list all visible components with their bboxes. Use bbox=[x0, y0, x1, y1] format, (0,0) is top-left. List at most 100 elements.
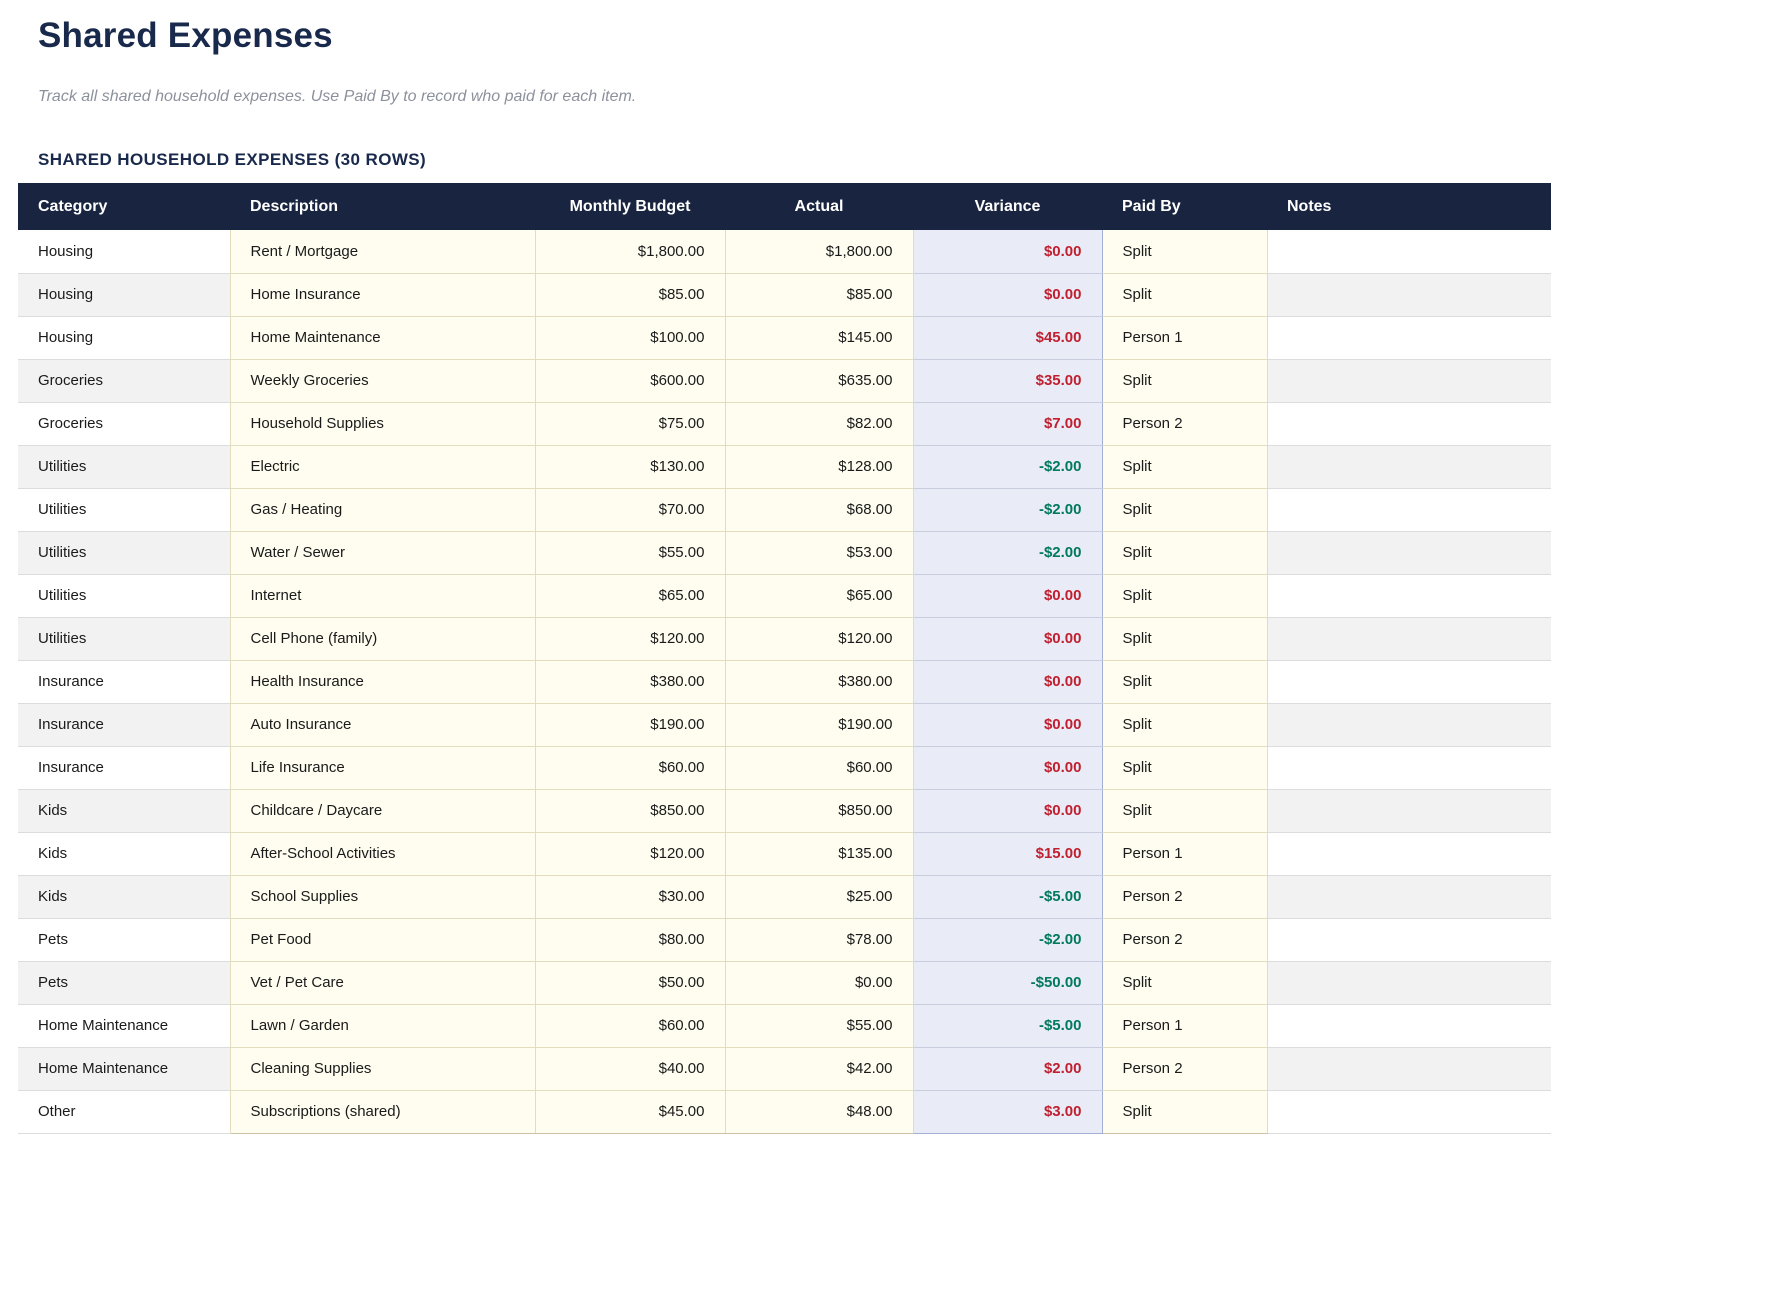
monthly-budget-cell[interactable]: $30.00 bbox=[535, 875, 725, 918]
paid-by-cell[interactable]: Person 1 bbox=[1102, 832, 1267, 875]
category-cell[interactable]: Groceries bbox=[18, 402, 230, 445]
notes-cell[interactable] bbox=[1267, 402, 1551, 445]
category-cell[interactable]: Insurance bbox=[18, 746, 230, 789]
description-cell[interactable]: Lawn / Garden bbox=[230, 1004, 535, 1047]
monthly-budget-cell[interactable]: $55.00 bbox=[535, 531, 725, 574]
description-cell[interactable]: Subscriptions (shared) bbox=[230, 1090, 535, 1133]
description-cell[interactable]: Home Maintenance bbox=[230, 316, 535, 359]
variance-cell[interactable]: -$2.00 bbox=[913, 445, 1102, 488]
paid-by-cell[interactable]: Split bbox=[1102, 273, 1267, 316]
actual-cell[interactable]: $145.00 bbox=[725, 316, 913, 359]
monthly-budget-cell[interactable]: $85.00 bbox=[535, 273, 725, 316]
category-cell[interactable]: Home Maintenance bbox=[18, 1047, 230, 1090]
monthly-budget-cell[interactable]: $50.00 bbox=[535, 961, 725, 1004]
paid-by-cell[interactable]: Person 2 bbox=[1102, 918, 1267, 961]
paid-by-cell[interactable]: Split bbox=[1102, 230, 1267, 273]
paid-by-cell[interactable]: Person 2 bbox=[1102, 1047, 1267, 1090]
notes-cell[interactable] bbox=[1267, 703, 1551, 746]
monthly-budget-cell[interactable]: $80.00 bbox=[535, 918, 725, 961]
paid-by-cell[interactable]: Split bbox=[1102, 488, 1267, 531]
category-cell[interactable]: Kids bbox=[18, 875, 230, 918]
monthly-budget-cell[interactable]: $120.00 bbox=[535, 832, 725, 875]
description-cell[interactable]: Internet bbox=[230, 574, 535, 617]
description-cell[interactable]: Gas / Heating bbox=[230, 488, 535, 531]
paid-by-cell[interactable]: Person 1 bbox=[1102, 1004, 1267, 1047]
monthly-budget-cell[interactable]: $40.00 bbox=[535, 1047, 725, 1090]
notes-cell[interactable] bbox=[1267, 359, 1551, 402]
actual-cell[interactable]: $82.00 bbox=[725, 402, 913, 445]
paid-by-cell[interactable]: Split bbox=[1102, 359, 1267, 402]
paid-by-cell[interactable]: Split bbox=[1102, 746, 1267, 789]
description-cell[interactable]: Vet / Pet Care bbox=[230, 961, 535, 1004]
description-cell[interactable]: Home Insurance bbox=[230, 273, 535, 316]
description-cell[interactable]: After-School Activities bbox=[230, 832, 535, 875]
category-cell[interactable]: Insurance bbox=[18, 703, 230, 746]
description-cell[interactable]: Weekly Groceries bbox=[230, 359, 535, 402]
category-cell[interactable]: Home Maintenance bbox=[18, 1004, 230, 1047]
notes-cell[interactable] bbox=[1267, 1047, 1551, 1090]
description-cell[interactable]: Auto Insurance bbox=[230, 703, 535, 746]
variance-cell[interactable]: -$50.00 bbox=[913, 961, 1102, 1004]
category-cell[interactable]: Utilities bbox=[18, 617, 230, 660]
actual-cell[interactable]: $635.00 bbox=[725, 359, 913, 402]
notes-cell[interactable] bbox=[1267, 617, 1551, 660]
category-cell[interactable]: Kids bbox=[18, 832, 230, 875]
paid-by-cell[interactable]: Split bbox=[1102, 660, 1267, 703]
paid-by-cell[interactable]: Split bbox=[1102, 574, 1267, 617]
variance-cell[interactable]: $0.00 bbox=[913, 617, 1102, 660]
paid-by-cell[interactable]: Split bbox=[1102, 961, 1267, 1004]
category-cell[interactable]: Pets bbox=[18, 961, 230, 1004]
paid-by-cell[interactable]: Person 2 bbox=[1102, 875, 1267, 918]
variance-cell[interactable]: -$2.00 bbox=[913, 531, 1102, 574]
category-cell[interactable]: Kids bbox=[18, 789, 230, 832]
description-cell[interactable]: Pet Food bbox=[230, 918, 535, 961]
paid-by-cell[interactable]: Split bbox=[1102, 445, 1267, 488]
paid-by-cell[interactable]: Split bbox=[1102, 789, 1267, 832]
actual-cell[interactable]: $60.00 bbox=[725, 746, 913, 789]
notes-cell[interactable] bbox=[1267, 488, 1551, 531]
actual-cell[interactable]: $65.00 bbox=[725, 574, 913, 617]
actual-cell[interactable]: $380.00 bbox=[725, 660, 913, 703]
notes-cell[interactable] bbox=[1267, 316, 1551, 359]
monthly-budget-cell[interactable]: $45.00 bbox=[535, 1090, 725, 1133]
category-cell[interactable]: Utilities bbox=[18, 445, 230, 488]
paid-by-cell[interactable]: Split bbox=[1102, 703, 1267, 746]
variance-cell[interactable]: $0.00 bbox=[913, 703, 1102, 746]
variance-cell[interactable]: $0.00 bbox=[913, 273, 1102, 316]
actual-cell[interactable]: $1,800.00 bbox=[725, 230, 913, 273]
description-cell[interactable]: School Supplies bbox=[230, 875, 535, 918]
notes-cell[interactable] bbox=[1267, 1004, 1551, 1047]
category-cell[interactable]: Other bbox=[18, 1090, 230, 1133]
notes-cell[interactable] bbox=[1267, 875, 1551, 918]
notes-cell[interactable] bbox=[1267, 531, 1551, 574]
variance-cell[interactable]: -$2.00 bbox=[913, 488, 1102, 531]
notes-cell[interactable] bbox=[1267, 961, 1551, 1004]
category-cell[interactable]: Groceries bbox=[18, 359, 230, 402]
variance-cell[interactable]: -$2.00 bbox=[913, 918, 1102, 961]
description-cell[interactable]: Childcare / Daycare bbox=[230, 789, 535, 832]
actual-cell[interactable]: $25.00 bbox=[725, 875, 913, 918]
actual-cell[interactable]: $0.00 bbox=[725, 961, 913, 1004]
actual-cell[interactable]: $120.00 bbox=[725, 617, 913, 660]
category-cell[interactable]: Utilities bbox=[18, 574, 230, 617]
actual-cell[interactable]: $135.00 bbox=[725, 832, 913, 875]
monthly-budget-cell[interactable]: $60.00 bbox=[535, 746, 725, 789]
notes-cell[interactable] bbox=[1267, 918, 1551, 961]
notes-cell[interactable] bbox=[1267, 273, 1551, 316]
notes-cell[interactable] bbox=[1267, 789, 1551, 832]
category-cell[interactable]: Utilities bbox=[18, 531, 230, 574]
actual-cell[interactable]: $55.00 bbox=[725, 1004, 913, 1047]
variance-cell[interactable]: $3.00 bbox=[913, 1090, 1102, 1133]
paid-by-cell[interactable]: Split bbox=[1102, 531, 1267, 574]
monthly-budget-cell[interactable]: $190.00 bbox=[535, 703, 725, 746]
actual-cell[interactable]: $48.00 bbox=[725, 1090, 913, 1133]
notes-cell[interactable] bbox=[1267, 445, 1551, 488]
monthly-budget-cell[interactable]: $380.00 bbox=[535, 660, 725, 703]
description-cell[interactable]: Health Insurance bbox=[230, 660, 535, 703]
actual-cell[interactable]: $190.00 bbox=[725, 703, 913, 746]
description-cell[interactable]: Household Supplies bbox=[230, 402, 535, 445]
actual-cell[interactable]: $128.00 bbox=[725, 445, 913, 488]
variance-cell[interactable]: $45.00 bbox=[913, 316, 1102, 359]
description-cell[interactable]: Rent / Mortgage bbox=[230, 230, 535, 273]
category-cell[interactable]: Housing bbox=[18, 316, 230, 359]
